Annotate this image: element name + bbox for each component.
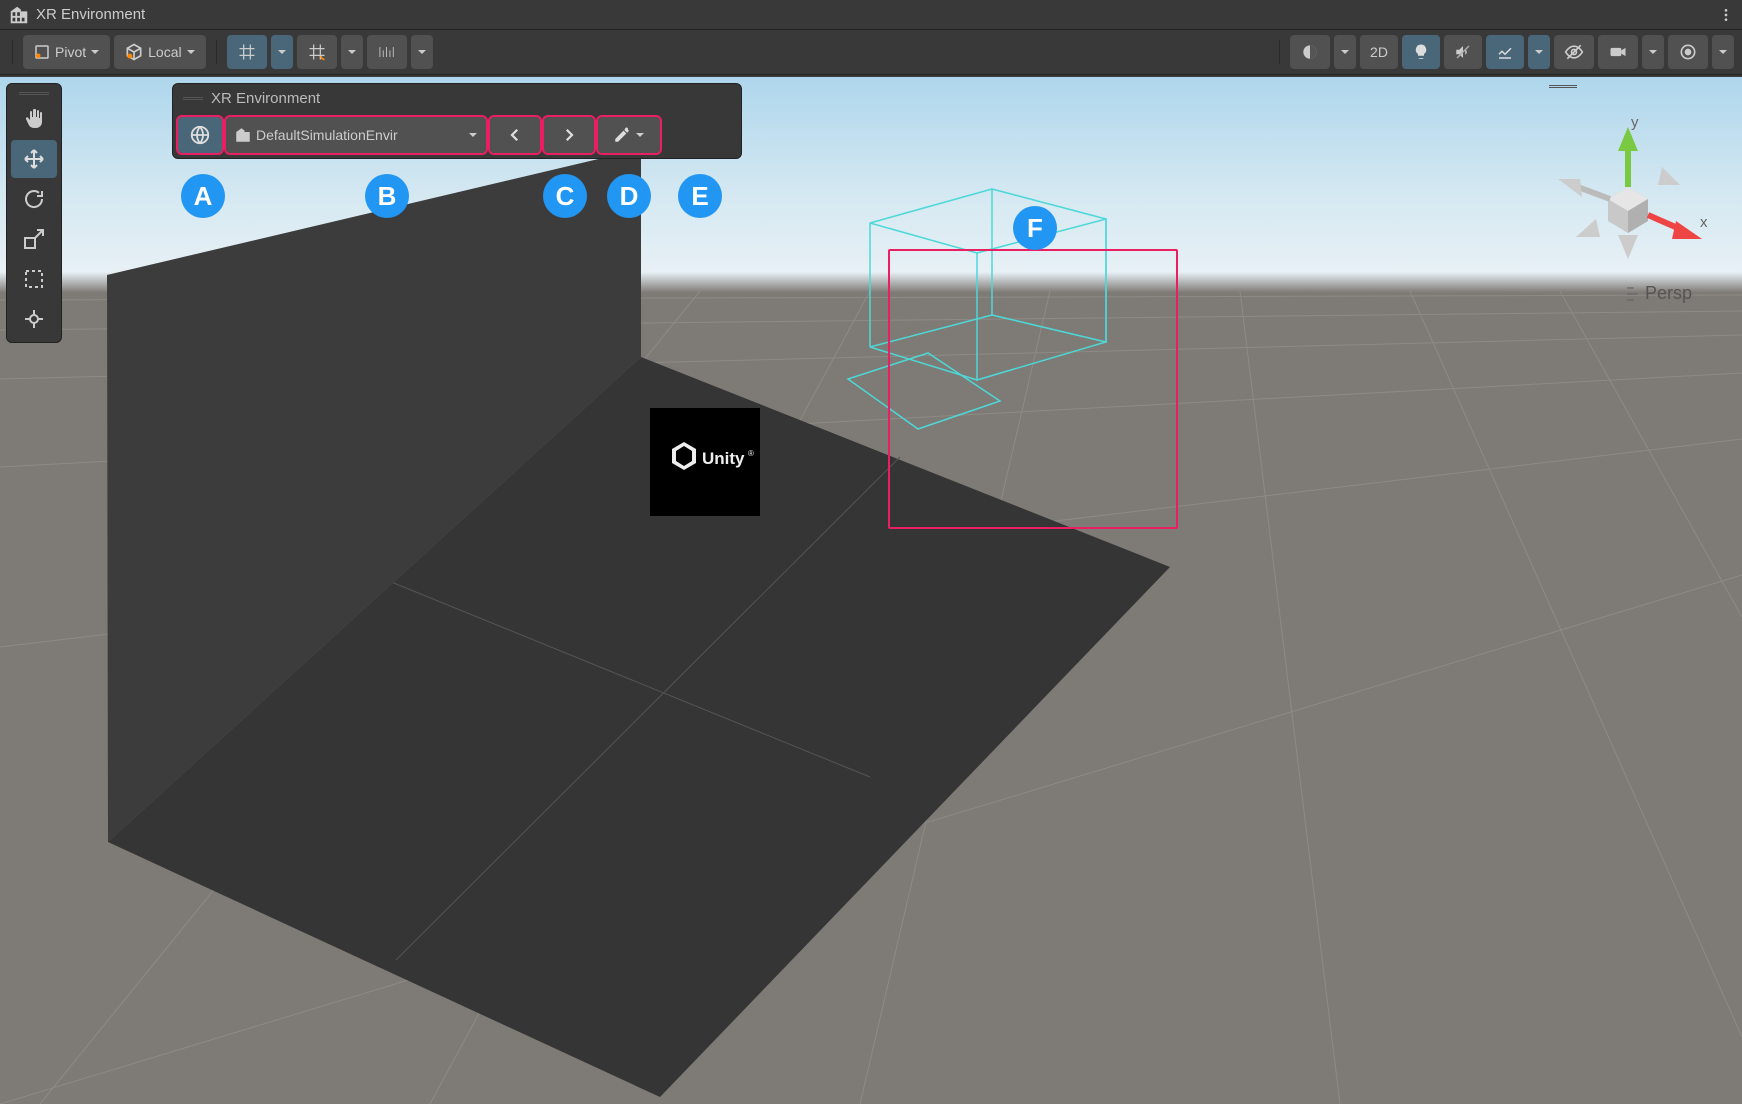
viewport-drag-handle[interactable]: [1546, 85, 1580, 88]
increment-snap-dropdown[interactable]: [411, 35, 433, 69]
gizmos-dropdown[interactable]: [1712, 35, 1734, 69]
effects-dropdown[interactable]: [1528, 35, 1550, 69]
local-dropdown[interactable]: Local: [114, 35, 205, 69]
toolstrip-drag-handle[interactable]: [11, 88, 57, 98]
hidden-toggle[interactable]: [1554, 35, 1594, 69]
perspective-label[interactable]: Persp: [1625, 283, 1692, 304]
move-tool[interactable]: [11, 140, 57, 178]
callout-b: B: [365, 174, 409, 218]
rotate-tool[interactable]: [11, 180, 57, 218]
svg-text:x: x: [1700, 214, 1708, 231]
camera-button[interactable]: [1598, 35, 1638, 69]
magnet-snap-dropdown[interactable]: [341, 35, 363, 69]
scene-viewport[interactable]: Unity ®: [0, 77, 1742, 1104]
main-toolbar: Pivot Local: [0, 30, 1742, 75]
camera-dropdown[interactable]: [1642, 35, 1664, 69]
increment-snap-button[interactable]: [367, 35, 407, 69]
callout-a: A: [181, 174, 225, 218]
pivot-dropdown[interactable]: Pivot: [23, 35, 110, 69]
transform-tool[interactable]: [11, 300, 57, 338]
callout-f-highlight: [888, 249, 1178, 529]
unity-logo-text: Unity: [702, 449, 745, 468]
overlay-title: XR Environment: [211, 90, 320, 107]
orientation-gizmo[interactable]: y x: [1548, 117, 1708, 277]
draw-mode-dropdown[interactable]: [1334, 35, 1356, 69]
title-text: XR Environment: [36, 6, 145, 23]
magnet-snap-button[interactable]: [297, 35, 337, 69]
scale-tool[interactable]: [11, 220, 57, 258]
rect-tool[interactable]: [11, 260, 57, 298]
prev-environment-button[interactable]: [490, 117, 540, 153]
draw-mode-button[interactable]: [1290, 35, 1330, 69]
audio-toggle[interactable]: [1444, 35, 1482, 69]
create-edit-dropdown[interactable]: [598, 117, 660, 153]
overlay-drag-handle[interactable]: [183, 97, 203, 100]
callout-d: D: [607, 174, 651, 218]
svg-text:®: ®: [748, 449, 754, 458]
environment-dropdown[interactable]: DefaultSimulationEnvir: [226, 117, 486, 153]
xr-building-icon: [8, 4, 30, 26]
callout-c: C: [543, 174, 587, 218]
callout-f: F: [1013, 206, 1057, 250]
scene-geometry: Unity ®: [0, 77, 1742, 1104]
next-environment-button[interactable]: [544, 117, 594, 153]
xr-environment-overlay: XR Environment DefaultSimulationEnvir: [172, 83, 742, 159]
camera-controls-button[interactable]: [178, 117, 222, 153]
tool-strip: [6, 83, 62, 343]
svg-text:y: y: [1631, 117, 1639, 131]
callout-e: E: [678, 174, 722, 218]
twod-toggle[interactable]: 2D: [1360, 35, 1398, 69]
grid-snap-button[interactable]: [227, 35, 267, 69]
hand-tool[interactable]: [11, 100, 57, 138]
kebab-menu-icon[interactable]: [1718, 7, 1734, 23]
effects-toggle[interactable]: [1486, 35, 1524, 69]
gizmos-button[interactable]: [1668, 35, 1708, 69]
title-bar: XR Environment: [0, 0, 1742, 30]
lighting-toggle[interactable]: [1402, 35, 1440, 69]
grid-snap-dropdown[interactable]: [271, 35, 293, 69]
